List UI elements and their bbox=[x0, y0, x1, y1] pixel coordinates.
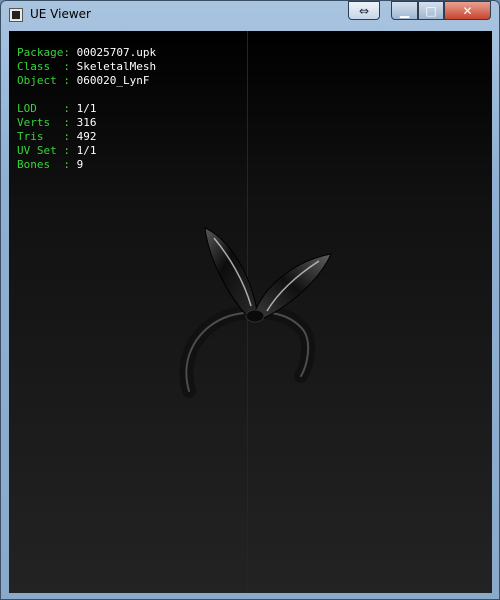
info-value: 1/1 bbox=[76, 102, 97, 115]
info-value: 492 bbox=[76, 130, 97, 143]
info-key: Object : bbox=[17, 74, 70, 87]
info-key: LOD : bbox=[17, 102, 70, 115]
close-icon[interactable]: ✕ bbox=[444, 1, 491, 20]
center-knot bbox=[245, 309, 265, 323]
info-row-class: Class : SkeletalMesh bbox=[17, 60, 156, 74]
info-value: SkeletalMesh bbox=[76, 60, 157, 73]
headband-arc bbox=[179, 304, 316, 398]
mesh-info-panel: Package: 00025707.upk Class : SkeletalMe… bbox=[17, 46, 156, 172]
maximize-icon[interactable]: □ bbox=[418, 1, 444, 20]
info-value: 1/1 bbox=[76, 144, 97, 157]
app-icon bbox=[9, 8, 23, 22]
info-key: Bones : bbox=[17, 158, 70, 171]
info-row-object: Object : 060020_LynF bbox=[17, 74, 156, 88]
info-key: UV Set : bbox=[17, 144, 70, 157]
app-window: UE Viewer ⇔ ▁ □ ✕ Package: 00025707.upk … bbox=[0, 0, 500, 600]
window-title: UE Viewer bbox=[30, 7, 91, 21]
info-row-package: Package: 00025707.upk bbox=[17, 46, 156, 60]
info-key: Verts : bbox=[17, 116, 70, 129]
info-key: Class : bbox=[17, 60, 70, 73]
info-row-tris: Tris : 492 bbox=[17, 130, 156, 144]
left-ear bbox=[204, 227, 258, 317]
info-row-bones: Bones : 9 bbox=[17, 158, 156, 172]
minimize-icon[interactable]: ▁ bbox=[391, 1, 418, 20]
headband-mesh-model bbox=[179, 227, 332, 398]
info-value: 316 bbox=[76, 116, 97, 129]
info-value: 9 bbox=[76, 158, 84, 171]
info-key: Tris : bbox=[17, 130, 70, 143]
info-row-uvset: UV Set : 1/1 bbox=[17, 144, 156, 158]
title-bar[interactable]: UE Viewer ⇔ ▁ □ ✕ bbox=[1, 1, 499, 29]
right-ear bbox=[253, 253, 332, 319]
info-value: 00025707.upk bbox=[76, 46, 157, 59]
3d-viewport[interactable]: Package: 00025707.upk Class : SkeletalMe… bbox=[9, 31, 492, 593]
swap-arrows-icon[interactable]: ⇔ bbox=[348, 1, 380, 20]
info-row-verts: Verts : 316 bbox=[17, 116, 156, 130]
info-row-lod: LOD : 1/1 bbox=[17, 102, 156, 116]
info-key: Package: bbox=[17, 46, 70, 59]
info-value: 060020_LynF bbox=[76, 74, 150, 87]
